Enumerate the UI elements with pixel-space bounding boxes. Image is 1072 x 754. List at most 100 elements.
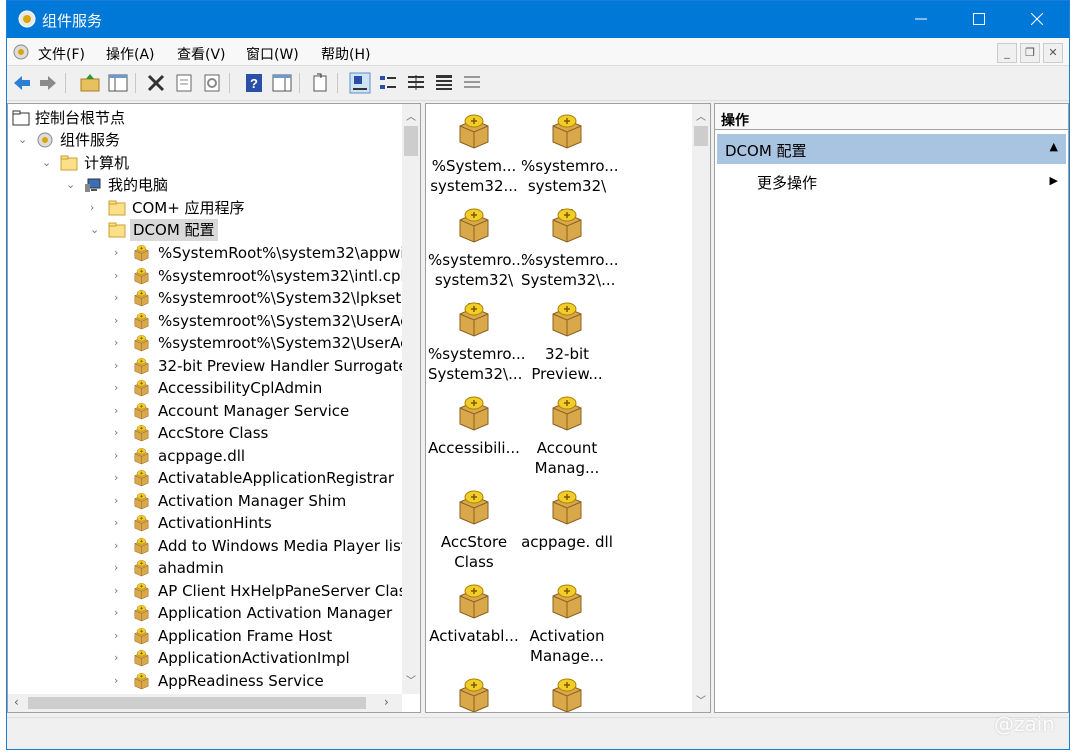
expand-icon[interactable]: ›: [114, 400, 126, 422]
tree-node-label: 计算机: [84, 154, 130, 172]
forward-arrow-icon[interactable]: [37, 72, 59, 94]
expand-icon[interactable]: ›: [114, 557, 126, 579]
scroll-thumb[interactable]: [404, 126, 418, 156]
dcom-app-tile[interactable]: AccStore Class: [428, 486, 520, 572]
result-vertical-scrollbar[interactable]: ︿ ﹀: [692, 104, 710, 712]
dcom-app-tile[interactable]: %systemro... System32\...: [428, 298, 526, 384]
component-icon: [132, 356, 150, 374]
tile-label-line1: acppage. dll: [521, 533, 613, 551]
dcom-app-tile[interactable]: %System... system32...: [428, 110, 520, 196]
scroll-right-arrow-icon[interactable]: ›: [384, 695, 389, 709]
list-view-icon[interactable]: [405, 72, 427, 94]
up-folder-icon[interactable]: [79, 72, 101, 94]
actions-section-dcom[interactable]: DCOM 配置 ▲: [717, 134, 1066, 164]
expand-icon[interactable]: ›: [114, 512, 126, 534]
toolbar-separator: [135, 73, 136, 93]
scroll-down-arrow-icon[interactable]: ﹀: [406, 672, 416, 687]
dcom-app-tile[interactable]: [521, 674, 613, 712]
expand-icon[interactable]: ›: [90, 197, 102, 219]
collapse-icon[interactable]: ⌄: [18, 129, 30, 151]
show-hide-action-icon[interactable]: [271, 72, 293, 94]
toolbar-separator: [65, 73, 66, 93]
status-view-icon[interactable]: [461, 72, 483, 94]
result-pane: %System... system32... %systemro... system3…: [425, 103, 711, 713]
large-icons-view-icon[interactable]: [349, 72, 371, 94]
title-bar[interactable]: 组件服务: [7, 1, 1069, 38]
scroll-up-arrow-icon[interactable]: ︿: [406, 108, 416, 123]
expand-icon[interactable]: ›: [114, 445, 126, 467]
scroll-up-arrow-icon[interactable]: ︿: [696, 108, 706, 123]
more-actions-item[interactable]: 更多操作: [757, 172, 817, 193]
scroll-left-arrow-icon[interactable]: ‹: [14, 695, 19, 709]
menu-file[interactable]: 文件(F): [38, 44, 85, 64]
component-icon: [132, 401, 150, 419]
show-hide-tree-icon[interactable]: [107, 72, 129, 94]
dcom-app-tile[interactable]: [428, 674, 520, 712]
collapse-icon[interactable]: ⌄: [90, 219, 102, 241]
dcom-app-tile[interactable]: Activation Manage...: [521, 580, 613, 666]
component-icon: [132, 671, 150, 689]
tile-label-line1: %systemro...: [428, 251, 526, 269]
child-close-button[interactable]: ✕: [1043, 43, 1063, 63]
dcom-app-tile[interactable]: Activatabl...: [428, 580, 520, 646]
expand-icon[interactable]: ›: [114, 377, 126, 399]
collapse-icon[interactable]: ⌄: [66, 174, 78, 196]
refresh-icon[interactable]: [201, 72, 223, 94]
dcom-app-tile[interactable]: acppage. dll: [521, 486, 613, 552]
dcom-app-tile[interactable]: 32-bit Preview...: [521, 298, 613, 384]
dcom-app-tile[interactable]: Accessibili...: [428, 392, 520, 458]
tile-label-line2: System32\...: [521, 271, 616, 289]
expand-icon[interactable]: ›: [114, 422, 126, 444]
collapse-icon[interactable]: ⌄: [42, 152, 54, 174]
properties-icon[interactable]: [173, 72, 195, 94]
back-arrow-icon[interactable]: [11, 72, 33, 94]
export-list-icon[interactable]: [309, 72, 331, 94]
toolbar-separator: [229, 73, 230, 93]
detail-view-icon[interactable]: [433, 72, 455, 94]
expand-icon[interactable]: ›: [114, 490, 126, 512]
child-restore-button[interactable]: ❐: [1020, 43, 1040, 63]
help-icon[interactable]: ?: [243, 72, 265, 94]
expand-icon[interactable]: ›: [114, 647, 126, 669]
expand-icon[interactable]: ›: [114, 310, 126, 332]
dcom-app-tile[interactable]: %systemro... system32\ ...: [521, 110, 619, 216]
mmc-system-menu-icon[interactable]: [11, 42, 31, 62]
expand-icon[interactable]: ›: [114, 602, 126, 624]
component-icon: [453, 298, 495, 338]
menu-action[interactable]: 操作(A): [106, 44, 155, 64]
menu-help[interactable]: 帮助(H): [321, 44, 370, 64]
tree-node-label: %systemroot%\System32\UserAccountControl…: [158, 311, 420, 330]
tree-horizontal-scrollbar[interactable]: ‹ ›: [8, 694, 402, 712]
component-icon: [132, 536, 150, 554]
maximize-button[interactable]: [949, 1, 1009, 38]
menu-window[interactable]: 窗口(W): [246, 44, 299, 64]
expand-icon[interactable]: ›: [114, 467, 126, 489]
expand-icon[interactable]: ›: [114, 625, 126, 647]
scroll-thumb[interactable]: [28, 697, 366, 709]
component-icon: [132, 558, 150, 577]
expand-icon[interactable]: ›: [114, 287, 126, 309]
small-icons-view-icon[interactable]: [377, 72, 399, 94]
expand-icon[interactable]: ›: [114, 242, 126, 264]
tree-node-label: AppReadiness Service: [158, 671, 324, 690]
menu-view[interactable]: 查看(V): [177, 44, 226, 64]
dcom-app-tile[interactable]: %systemro... System32\...: [521, 204, 619, 290]
tile-label-line1: Accessibili...: [428, 439, 520, 457]
expand-icon[interactable]: ›: [114, 332, 126, 354]
expand-icon[interactable]: ›: [114, 265, 126, 287]
expand-icon[interactable]: ›: [114, 670, 126, 692]
dcom-app-tile[interactable]: Account Manag...: [521, 392, 613, 478]
tree-vertical-scrollbar[interactable]: ︿ ﹀: [402, 104, 420, 694]
child-minimize-button[interactable]: _: [997, 43, 1017, 63]
close-button[interactable]: [1007, 1, 1067, 38]
scroll-down-arrow-icon[interactable]: ﹀: [696, 692, 706, 707]
tile-label-line2: Manag...: [534, 459, 600, 477]
collapse-triangle-icon[interactable]: ▲: [1050, 140, 1058, 153]
minimize-button[interactable]: [891, 1, 951, 38]
dcom-app-tile[interactable]: %systemro... system32\ ...: [428, 204, 526, 310]
delete-icon[interactable]: [145, 72, 167, 94]
scroll-thumb[interactable]: [694, 126, 708, 146]
expand-icon[interactable]: ›: [114, 355, 126, 377]
expand-icon[interactable]: ›: [114, 580, 126, 602]
expand-icon[interactable]: ›: [114, 535, 126, 557]
